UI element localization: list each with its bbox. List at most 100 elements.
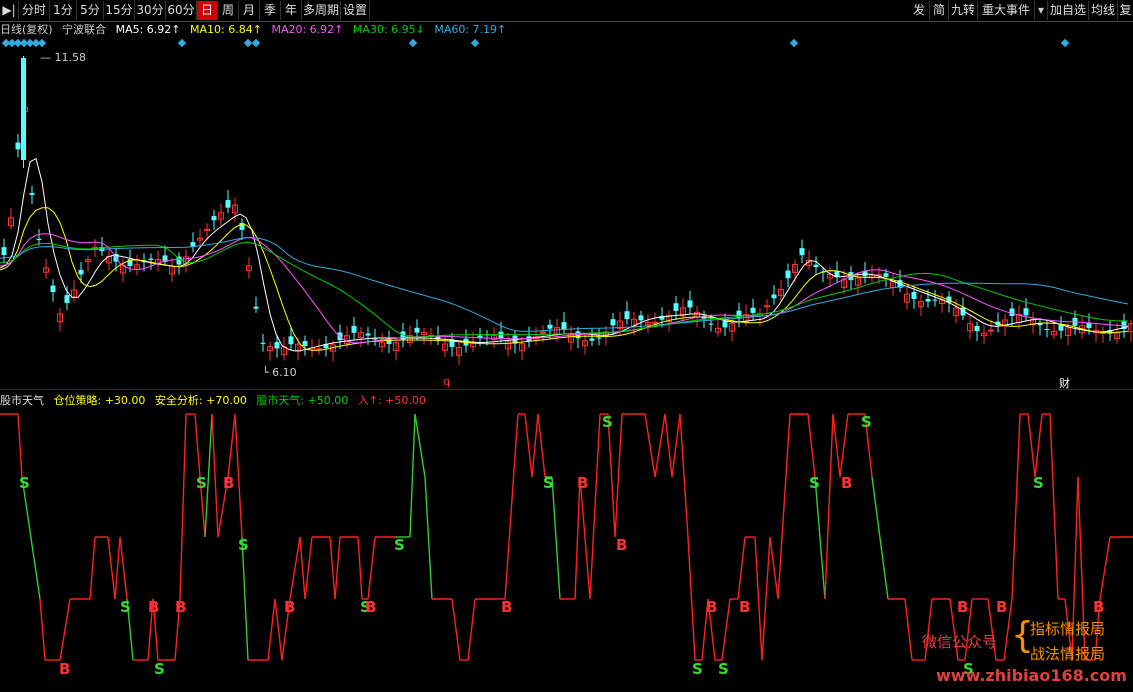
candle-body — [211, 216, 217, 221]
simple-button[interactable]: 简 — [930, 1, 949, 20]
weather-line-segment — [1027, 413, 1036, 478]
stock-name: 宁波联合 — [62, 23, 107, 36]
event-diamond-icon — [177, 38, 187, 48]
event-diamond-icon — [408, 38, 418, 48]
tab-1min[interactable]: 1分 — [50, 1, 77, 20]
weather-line-segment — [59, 598, 71, 661]
weather-line-segment — [357, 536, 363, 600]
indicator-legend: 股市天气 仓位策略: +30.00 安全分析: +70.00 股市天气: +50… — [0, 393, 432, 409]
tab-month[interactable]: 月 — [239, 1, 260, 20]
candle-body — [15, 142, 21, 150]
candle-body — [610, 319, 616, 326]
major-events-button[interactable]: 重大事件 — [978, 1, 1035, 20]
weather-line-segment — [1034, 413, 1043, 478]
nine-turn-button[interactable]: 九转 — [949, 1, 978, 20]
weather-line-segment — [89, 536, 96, 600]
tab-year[interactable]: 年 — [281, 1, 302, 20]
candle-body — [624, 311, 630, 320]
buy-signal-marker: B — [284, 598, 295, 616]
weather-line-segment — [1011, 413, 1021, 600]
candle-body — [302, 341, 308, 346]
buy-signal-marker: B — [59, 660, 70, 678]
weather-line-segment — [607, 413, 616, 538]
sell-signal-marker: S — [602, 413, 613, 431]
candle-body — [589, 338, 595, 341]
tab-week[interactable]: 周 — [218, 1, 239, 20]
chevron-down-icon[interactable]: ▾ — [1035, 1, 1048, 20]
weather-line-segment — [39, 598, 46, 661]
buy-signal-marker: B — [577, 474, 588, 492]
weather-line-segment — [537, 413, 546, 478]
weather-line-segment — [451, 598, 461, 661]
buy-signal-marker: B — [616, 536, 627, 554]
weather-line-segment — [589, 413, 601, 600]
weather-line-segment — [579, 476, 591, 600]
buy-signal-marker: B — [365, 598, 376, 616]
sell-signal-marker: S — [238, 536, 249, 554]
tab-season[interactable]: 季 — [260, 1, 281, 20]
kline-chart[interactable]: — 11.58 └ 6.10 q 财 — [0, 38, 1133, 389]
weather-line-segment — [194, 413, 201, 478]
sell-signal-marker: S — [861, 413, 872, 431]
ma30-value: MA30: 6.95↓ — [352, 23, 425, 36]
weather-line-segment — [179, 413, 187, 600]
event-marker-finance: 财 — [1059, 376, 1070, 389]
candle-body — [64, 295, 70, 303]
tab-60min[interactable]: 60分 — [166, 1, 197, 20]
weather-line-segment — [424, 476, 433, 600]
play-step-icon[interactable]: ▶| — [0, 1, 19, 20]
weather-line-segment — [824, 413, 834, 600]
weather-line-segment — [574, 476, 581, 600]
candle-body — [36, 238, 42, 241]
tab-15min[interactable]: 15分 — [104, 1, 135, 20]
event-diamond-icon — [251, 38, 261, 48]
weather-line-segment — [531, 413, 539, 478]
weather-line-segment — [754, 536, 763, 661]
post-button[interactable]: 发 — [909, 1, 930, 20]
candle-body — [78, 269, 84, 275]
tab-5min[interactable]: 5分 — [77, 1, 104, 20]
candle-body — [932, 299, 938, 301]
restore-button[interactable]: 复 — [1118, 1, 1133, 20]
candle-body — [673, 303, 679, 311]
tab-intraday[interactable]: 分时 — [19, 1, 50, 20]
weather-line-segment — [721, 598, 731, 661]
weather-line-segment — [664, 413, 673, 478]
event-marker-q: q — [443, 375, 450, 388]
candle-body — [365, 333, 371, 336]
weather-line-segment — [299, 536, 306, 600]
ma5-value: MA5: 6.92↑ — [115, 23, 181, 36]
weather-line-segment — [17, 413, 23, 478]
candle-body — [50, 285, 56, 293]
weather-line-segment — [119, 536, 128, 600]
weather-line-segment — [414, 413, 426, 478]
weather-line-segment — [1099, 536, 1111, 600]
weather-line-segment — [107, 536, 116, 600]
indicator-name: 股市天气 — [0, 394, 44, 407]
weather-line-segment — [1049, 413, 1059, 600]
candle-body — [750, 307, 756, 313]
event-diamond-icon — [789, 38, 799, 48]
ma-lines-button[interactable]: 均线 — [1089, 1, 1118, 20]
weather-line-segment — [614, 413, 623, 538]
ma60-value: MA60: 7.19↑ — [434, 23, 507, 36]
event-diamond-icon — [37, 38, 47, 48]
candle-body — [1, 247, 7, 255]
candle-body — [974, 325, 980, 332]
candle-body — [764, 305, 770, 308]
buy-signal-marker: B — [706, 598, 717, 616]
tab-day[interactable]: 日 — [197, 1, 218, 20]
sell-signal-marker: S — [543, 474, 554, 492]
weather-line-segment — [832, 413, 841, 478]
sell-signal-marker: S — [394, 536, 405, 554]
settings-button[interactable]: 设置 — [341, 1, 370, 20]
tab-30min[interactable]: 30分 — [135, 1, 166, 20]
candle-body — [1023, 308, 1029, 316]
candle-body — [722, 321, 728, 328]
weather-line-segment — [504, 413, 519, 600]
add-favorite-button[interactable]: 加自选 — [1048, 1, 1089, 20]
weather-line-segment — [274, 598, 283, 661]
buy-signal-marker: B — [996, 598, 1007, 616]
candle-body — [414, 327, 420, 333]
tab-multi-period[interactable]: 多周期 — [302, 1, 341, 20]
